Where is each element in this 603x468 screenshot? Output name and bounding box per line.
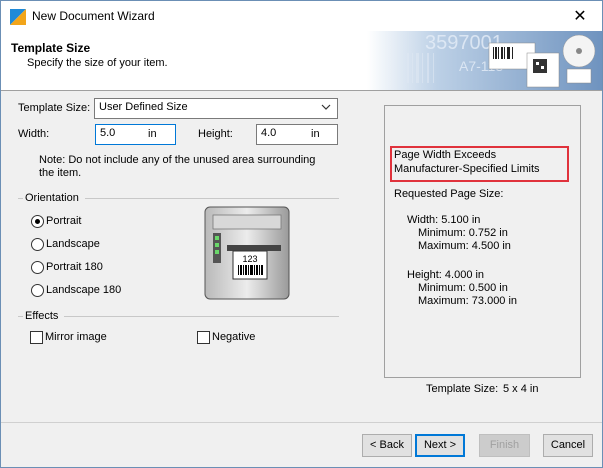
next-button[interactable]: Next > xyxy=(415,434,465,457)
warning-line-1: Page Width Exceeds xyxy=(394,149,497,161)
template-size-value: User Defined Size xyxy=(99,101,188,113)
page-title: Template Size xyxy=(11,41,91,55)
wizard-header: Template Size Specify the size of your i… xyxy=(1,31,602,91)
effects-divider-left xyxy=(18,316,23,317)
mirror-image-checkbox[interactable] xyxy=(30,331,43,344)
barcode-banner-image: 3597001 A7-118 xyxy=(367,31,602,90)
landscape-label: Landscape xyxy=(46,238,100,250)
requested-height: Height: 4.000 in xyxy=(407,269,485,281)
footer-divider xyxy=(1,422,602,423)
note-line-2: the item. xyxy=(39,167,82,179)
cancel-button[interactable]: Cancel xyxy=(543,434,593,457)
wizard-window: New Document Wizard ✕ Template Size Spec… xyxy=(0,0,603,468)
height-minimum: Minimum: 0.500 in xyxy=(418,282,508,294)
portrait-180-label: Portrait 180 xyxy=(46,261,103,273)
orientation-divider-left xyxy=(18,198,23,199)
page-subtitle: Specify the size of your item. xyxy=(27,57,168,69)
template-size-label: Template Size: xyxy=(18,102,91,114)
width-minimum: Minimum: 0.752 in xyxy=(418,227,508,239)
height-value: 4.0 xyxy=(261,127,277,139)
portrait-180-radio[interactable] xyxy=(31,261,44,274)
height-maximum: Maximum: 73.000 in xyxy=(418,295,518,307)
height-unit: in xyxy=(311,128,320,140)
effects-label: Effects xyxy=(25,310,59,322)
width-label: Width: xyxy=(18,128,50,140)
mirror-image-label: Mirror image xyxy=(45,331,107,343)
portrait-label: Portrait xyxy=(46,215,82,227)
requested-page-size-label: Requested Page Size: xyxy=(394,188,504,200)
wizard-content: Template Size: User Defined Size Width: … xyxy=(1,92,602,422)
requested-width: Width: 5.100 in xyxy=(407,214,481,226)
orientation-divider-right xyxy=(85,198,339,199)
back-button[interactable]: < Back xyxy=(362,434,412,457)
width-value: 5.0 xyxy=(100,127,116,139)
finish-button[interactable]: Finish xyxy=(479,434,530,457)
window-title: New Document Wizard xyxy=(32,9,155,23)
effects-divider-right xyxy=(64,316,339,317)
template-size-summary-label: Template Size: xyxy=(426,383,499,395)
close-button[interactable]: ✕ xyxy=(558,1,602,31)
landscape-180-label: Landscape 180 xyxy=(46,284,122,296)
negative-checkbox[interactable] xyxy=(197,331,210,344)
width-maximum: Maximum: 4.500 in xyxy=(418,240,511,252)
height-input[interactable]: 4.0 xyxy=(256,124,338,145)
app-logo-icon xyxy=(10,9,26,25)
warning-line-2: Manufacturer-Specified Limits xyxy=(394,163,540,175)
height-label: Height: xyxy=(198,128,233,140)
negative-label: Negative xyxy=(212,331,256,343)
printer-label-text: 123 xyxy=(242,254,257,264)
chevron-down-icon xyxy=(321,104,331,110)
landscape-radio[interactable] xyxy=(31,238,44,251)
note-line-1: Note: Do not include any of the unused a… xyxy=(39,154,316,166)
close-icon: ✕ xyxy=(573,8,587,25)
title-bar: New Document Wizard ✕ xyxy=(1,1,602,31)
printer-icon: 123 xyxy=(204,206,290,300)
portrait-radio[interactable] xyxy=(31,215,44,228)
template-size-select[interactable]: User Defined Size xyxy=(94,98,338,119)
orientation-label: Orientation xyxy=(25,192,79,204)
width-input[interactable]: 5.0 xyxy=(95,124,176,145)
width-unit: in xyxy=(148,128,157,140)
landscape-180-radio[interactable] xyxy=(31,284,44,297)
page-size-summary-panel: Page Width Exceeds Manufacturer-Specifie… xyxy=(384,105,581,378)
template-size-summary-value: 5 x 4 in xyxy=(503,383,539,395)
